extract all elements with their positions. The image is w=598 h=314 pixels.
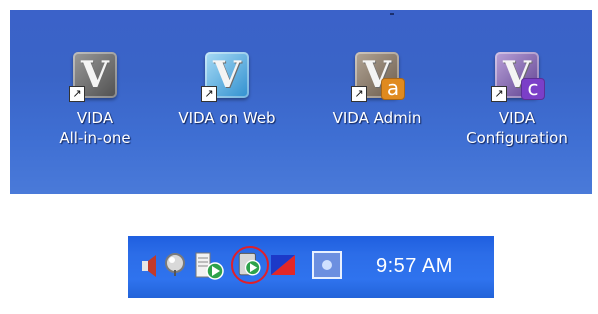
shortcut-vida-configuration[interactable]: V c ↗ VIDA Configuration: [458, 52, 576, 148]
shortcut-arrow-icon: ↗: [491, 86, 507, 102]
shortcut-vida-on-web[interactable]: V ↗ VIDA on Web: [168, 52, 286, 128]
vida-tray-icon[interactable]: [231, 246, 269, 284]
shortcut-vida-all-in-one[interactable]: V ↗ VIDA All-in-one: [36, 52, 154, 148]
admin-badge-icon: a: [381, 78, 405, 100]
vida-web-icon: V ↗: [201, 52, 249, 102]
shortcut-arrow-icon: ↗: [201, 86, 217, 102]
tray-clock[interactable]: 9:57 AM: [376, 252, 453, 280]
files-play-icon[interactable]: [194, 250, 224, 280]
vida-config-icon: V c ↗: [491, 52, 545, 102]
system-tray: 9:57 AM: [128, 236, 494, 298]
shortcut-arrow-icon: ↗: [351, 86, 367, 102]
vida-allinone-icon: V ↗: [69, 52, 117, 102]
speaker-icon[interactable]: [142, 255, 164, 277]
screen-icon[interactable]: [312, 251, 342, 279]
cursor-mark: [390, 13, 394, 15]
shortcut-label: VIDA Admin: [332, 109, 422, 127]
vida-admin-icon: V a ↗: [351, 52, 405, 102]
flag-icon[interactable]: [271, 253, 297, 277]
network-ball-icon[interactable]: [163, 251, 187, 277]
desktop-area: V ↗ VIDA All-in-one V ↗ VIDA on Web V a …: [10, 10, 592, 194]
shortcut-arrow-icon: ↗: [69, 86, 85, 102]
shortcut-label: VIDA Configuration: [466, 109, 568, 147]
shortcut-label: VIDA All-in-one: [59, 109, 131, 147]
config-badge-icon: c: [521, 78, 545, 100]
shortcut-vida-admin[interactable]: V a ↗ VIDA Admin: [318, 52, 436, 128]
shortcut-label: VIDA on Web: [178, 109, 276, 127]
